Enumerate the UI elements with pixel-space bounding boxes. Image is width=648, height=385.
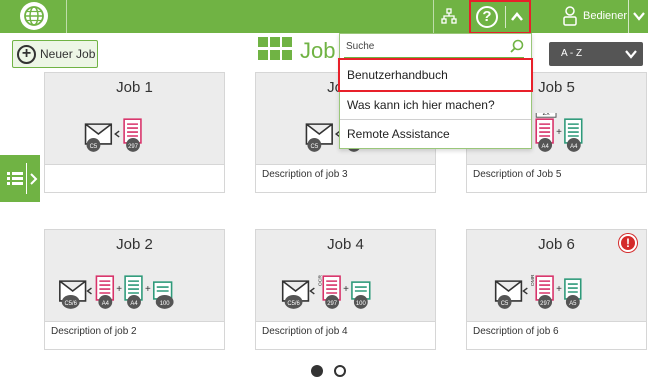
help-icon[interactable]: ? [476,6,498,28]
document-label: 297 [540,301,550,307]
job-title: Job 2 [116,236,153,253]
search-icon[interactable] [510,39,524,53]
document-label: A4 [542,144,550,150]
help-separator [505,6,506,28]
page-dot[interactable] [334,365,346,377]
page-dot-active[interactable] [311,365,323,377]
document-label: 297 [128,144,138,150]
job-card-header: Job 1 C5 297 [45,73,224,165]
envelope-label: C5 [501,301,509,307]
document-label: A5 [569,301,577,307]
job-config-icons: C5/6 OCR 297 + 100 [281,275,371,309]
envelope-label: C5 [311,144,319,150]
plus-icon: + [17,45,36,64]
new-job-label: Neuer Job [40,47,96,61]
envelope-label: C5/6 [287,301,300,307]
document-label: 100 [160,301,171,307]
top-bar: ? Bediener [0,0,648,34]
app-root: ? Bediener + Neuer Job Job A - Z Job 1 C… [0,0,648,385]
help-search-input[interactable]: Suche [346,41,374,52]
sort-select[interactable]: A - Z [549,42,643,66]
sort-value: A - Z [561,48,583,59]
side-panel-toggle[interactable] [0,155,40,202]
job-description: Description of job 4 [262,326,348,337]
job-title: Job 1 [116,79,153,96]
svg-text:+: + [556,127,562,138]
job-card-header: Job 4 C5/6 OCR 297 + 100 [256,230,435,322]
highlight-box [338,58,533,92]
envelope-label: C5/6 [64,301,77,307]
job-card[interactable]: Job 2 C5/6 A4 + A4 + 100 Description of … [44,229,225,350]
svg-text:+: + [116,284,122,295]
warning-icon[interactable]: ! [619,234,637,252]
network-icon[interactable] [441,8,457,24]
job-description: Description of job 6 [473,326,559,337]
job-config-icons: C5 297 [84,118,142,152]
globe-icon[interactable] [20,2,48,30]
svg-text:+: + [145,284,151,295]
user-icon[interactable] [562,5,578,27]
chevron-down-icon [625,50,637,59]
job-card-header: Job 2 C5/6 A4 + A4 + 100 [45,230,224,322]
job-card[interactable]: Job 1 C5 297 [44,72,225,193]
document-label: A4 [102,301,110,307]
document-label: A4 [570,144,578,150]
document-label: 100 [356,301,367,307]
topbar-divider [433,0,434,33]
grid-view-icon[interactable] [258,37,294,61]
help-menu: Suche Benutzerhandbuch Was kann ich hier… [338,33,533,149]
svg-text:+: + [343,284,349,295]
job-card[interactable]: Job 4 C5/6 OCR 297 + 100 Description of … [255,229,436,350]
menu-item-remote-assistance[interactable]: Remote Assistance [340,119,531,148]
copies-label: 2x [542,113,550,117]
job-description: Description of Job 5 [473,169,562,180]
user-menu-dropdown[interactable] [628,0,648,33]
topbar-divider [66,0,67,33]
side-toggle-separator [26,163,27,194]
job-card[interactable]: Job 6 C5 OMR 297 + A5 Description of job… [466,229,647,350]
job-description: Description of job 2 [51,326,137,337]
job-description: Description of job 3 [262,169,348,180]
page-title: Job [300,38,336,63]
mark-label: OCR [317,275,323,286]
mark-label: OMR [530,274,536,286]
job-title: Job 4 [327,236,364,253]
user-name-label[interactable]: Bediener [583,10,627,22]
job-config-icons: C5 OMR 297 + A5 [494,274,582,309]
menu-item-what-can-i-do[interactable]: Was kann ich hier machen? [340,90,531,119]
job-config-icons: C5/6 A4 + A4 + 100 [59,275,174,309]
chevron-up-icon[interactable] [510,10,524,24]
help-menu-toggle[interactable]: ? [469,0,531,34]
new-job-button[interactable]: + Neuer Job [12,40,98,68]
help-search[interactable]: Suche [340,34,531,60]
chevron-right-icon [30,173,38,185]
svg-text:+: + [556,284,562,295]
document-label: 297 [327,301,337,307]
envelope-label: C5 [90,144,98,150]
document-label: A4 [130,301,138,307]
list-icon [7,172,23,185]
chevron-down-icon[interactable] [633,11,645,21]
